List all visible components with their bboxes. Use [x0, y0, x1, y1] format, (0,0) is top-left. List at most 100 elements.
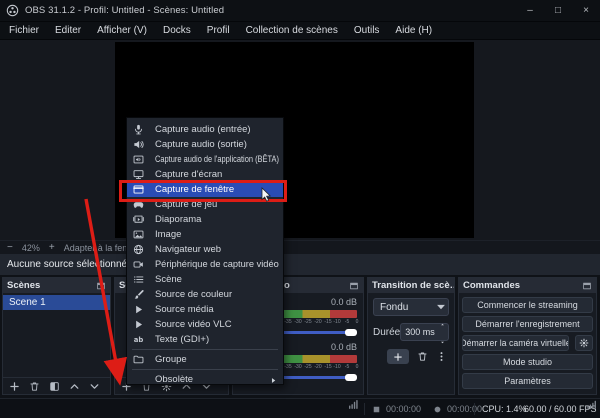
control-button-démarrer-la-caméra-virtuelle[interactable]: Démarrer la caméra virtuelle [462, 335, 569, 351]
menu-item-label: Capture d'écran [155, 169, 279, 180]
chevron-up-icon[interactable] [69, 381, 80, 392]
shade-icon[interactable] [582, 281, 592, 291]
menubar-item-afficher-v[interactable]: Afficher (V) [89, 22, 155, 40]
transition-select-value: Fondu [374, 302, 434, 313]
transition-panel-header: Transition de scè… [368, 278, 454, 293]
tick-label: -25 [304, 319, 311, 325]
menubar-item-editer[interactable]: Editer [47, 22, 89, 40]
menu-item-source-de-couleur[interactable]: Source de couleur [127, 287, 283, 302]
close-button[interactable]: × [572, 0, 600, 21]
menu-item-label: Texte (GDI+) [155, 334, 279, 345]
window-title: OBS 31.1.2 - Profil: Untitled - Scènes: … [25, 5, 224, 16]
menu-item-label: Périphérique de capture vidéo [155, 259, 279, 270]
add-transition-button[interactable] [387, 349, 409, 364]
no-icon [133, 374, 147, 386]
tick-label: -5 [345, 319, 349, 325]
spinner-arrows[interactable] [437, 314, 448, 350]
obs-window: OBS 31.1.2 - Profil: Untitled - Scènes: … [0, 0, 600, 418]
zoom-level: 42% [22, 243, 40, 253]
menubar-item-profil[interactable]: Profil [199, 22, 238, 40]
scene-list-item[interactable]: Scene 1 [3, 295, 110, 310]
menubar-item-outils[interactable]: Outils [346, 22, 388, 40]
menu-item-obsolète[interactable]: Obsolète [127, 372, 283, 387]
menu-item-label: Capture audio de l'application (BÊTA) [155, 154, 279, 165]
maximize-button[interactable]: □ [544, 0, 572, 21]
trash-icon[interactable] [29, 381, 40, 392]
control-button-commencer-le-streaming[interactable]: Commencer le streaming [462, 297, 593, 313]
menu-item-navigateur-web[interactable]: Navigateur web [127, 242, 283, 257]
transition-properties-kebab-icon[interactable] [436, 351, 447, 362]
chevron-down-icon[interactable] [89, 381, 100, 392]
volume-slider-handle[interactable] [345, 329, 357, 336]
stream-health-icon [348, 399, 359, 410]
remove-transition-button[interactable] [417, 351, 428, 362]
menu-item-groupe[interactable]: Groupe [127, 352, 283, 367]
display-icon [133, 169, 147, 181]
controls-panel-title: Commandes [463, 280, 520, 291]
menu-item-label: Navigateur web [155, 244, 279, 255]
tick-label: -30 [294, 364, 301, 370]
menu-item-image[interactable]: Image [127, 227, 283, 242]
tick-label: -15 [324, 319, 331, 325]
menu-item-label: Image [155, 229, 279, 240]
menu-bar: FichierEditerAfficher (V)DocksProfilColl… [0, 22, 600, 40]
menu-item-source-vidéo-vlc[interactable]: Source vidéo VLC [127, 317, 283, 332]
menu-item-label: Source vidéo VLC [155, 319, 279, 330]
menu-item-source-média[interactable]: Source média [127, 302, 283, 317]
menu-item-périphérique-de-capture-vidéo[interactable]: Périphérique de capture vidéo [127, 257, 283, 272]
duration-spinner[interactable]: 300 ms [400, 323, 449, 341]
menubar-item-aide-h[interactable]: Aide (H) [387, 22, 440, 40]
render-health-icon [586, 399, 597, 410]
title-bar: OBS 31.1.2 - Profil: Untitled - Scènes: … [0, 0, 600, 22]
duration-label: Durée [373, 327, 400, 338]
zoom-in-button[interactable]: + [49, 243, 55, 253]
spin-down-icon[interactable] [439, 332, 446, 350]
slideshow-icon [133, 214, 147, 226]
preview-zoom-bar: − 42% + Adapter à la fenêtre [0, 240, 600, 254]
volume-slider-handle[interactable] [345, 374, 357, 381]
scenes-toolbar [3, 377, 110, 394]
menu-item-texte-gdi[interactable]: ab Texte (GDI+) [127, 332, 283, 347]
menubar-item-docks[interactable]: Docks [155, 22, 199, 40]
zoom-out-button[interactable]: − [7, 243, 13, 253]
tick-label: -35 [285, 364, 292, 370]
record-status-icon [432, 404, 443, 415]
menu-item-capture-audio-de-l-application-bêta[interactable]: Capture audio de l'application (BÊTA) [127, 152, 283, 167]
plus-icon[interactable] [9, 381, 20, 392]
scenes-list: Scene 1 [3, 295, 110, 310]
tick-label: 0 [356, 319, 359, 325]
tick-label: -10 [334, 319, 341, 325]
shade-icon[interactable] [96, 281, 106, 291]
menu-item-capture-audio-entrée[interactable]: Capture audio (entrée) [127, 122, 283, 137]
brush-icon [133, 289, 147, 301]
control-button-mode-studio[interactable]: Mode studio [462, 354, 593, 370]
tick-label: 0 [356, 364, 359, 370]
tick-label: -5 [345, 364, 349, 370]
menu-item-label: Source média [155, 304, 279, 315]
transition-panel-title: Transition de scè… [372, 280, 454, 291]
shade-icon[interactable] [349, 281, 359, 291]
menu-item-label: Groupe [155, 354, 279, 365]
menu-item-diaporama[interactable]: Diaporama [127, 212, 283, 227]
spin-up-icon[interactable] [439, 314, 446, 332]
text-icon: ab [133, 334, 147, 346]
folder-icon [133, 354, 147, 366]
menu-item-capture-audio-sortie[interactable]: Capture audio (sortie) [127, 137, 283, 152]
menu-item-scène[interactable]: Scène [127, 272, 283, 287]
menubar-item-fichier[interactable]: Fichier [1, 22, 47, 40]
video-camera-icon [133, 259, 147, 271]
tick-label: -15 [324, 364, 331, 370]
menu-item-label: Obsolète [155, 374, 270, 385]
obs-logo-icon [6, 4, 19, 17]
virtual-camera-settings-gear-icon[interactable] [575, 335, 593, 351]
filter-icon[interactable] [49, 381, 60, 392]
minimize-button[interactable]: – [516, 0, 544, 21]
menu-item-label: Capture audio (sortie) [155, 139, 279, 150]
speaker-icon [133, 139, 147, 151]
menubar-item-collection-de-sc-nes[interactable]: Collection de scènes [238, 22, 346, 40]
menu-separator [132, 349, 278, 350]
control-button-paramètres[interactable]: Paramètres [462, 373, 593, 389]
tick-label: -10 [334, 364, 341, 370]
menu-item-label: Diaporama [155, 214, 279, 225]
control-button-démarrer-l-enregistrement[interactable]: Démarrer l'enregistrement [462, 316, 593, 332]
